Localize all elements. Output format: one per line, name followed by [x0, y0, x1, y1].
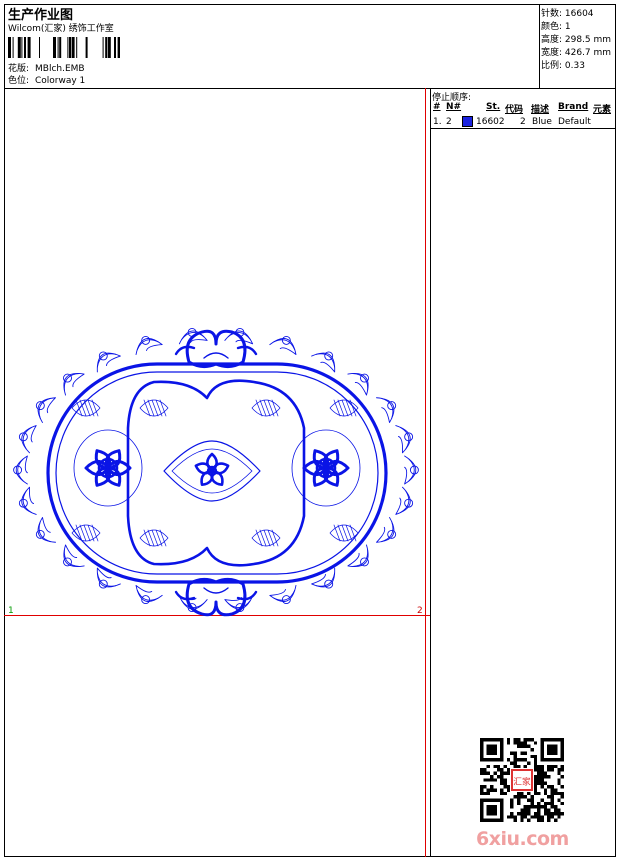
page-title: 生产作业图	[8, 8, 74, 23]
left-peony	[73, 429, 143, 507]
colorway-value: Colorway 1	[35, 76, 86, 86]
row-desc: Blue	[532, 117, 552, 127]
col-header-brand: Brand	[558, 102, 589, 112]
row-needle: 2	[446, 117, 452, 127]
stats-panel: 针数: 16604 颜色: 1 高度: 298.5 mm 宽度: 426.7 m…	[541, 6, 611, 71]
col-header-stitches: St.	[486, 102, 501, 112]
panel-divider	[430, 88, 431, 857]
stats-divider	[539, 4, 540, 88]
top-flower	[174, 329, 258, 369]
col-header-desc: 描述	[531, 105, 550, 115]
col-header-index: #	[433, 102, 441, 112]
color-count: 颜色: 1	[541, 22, 571, 32]
embroidery-design	[13, 327, 419, 617]
studio-name: Wilcom(汇家) 绣饰工作室	[8, 24, 114, 34]
row-index: 1.	[433, 117, 442, 127]
col-header-code: 代码	[505, 105, 524, 115]
col-header-element: 元素	[593, 105, 612, 115]
col-header-needle: N#	[446, 102, 462, 112]
design-width: 宽度: 426.7 mm	[541, 48, 612, 58]
qr-code: 汇家	[480, 738, 564, 822]
stop-table-bottom	[430, 128, 616, 129]
right-peony	[291, 429, 361, 507]
seal-text: 汇家	[513, 775, 531, 787]
design-label: 花版:	[8, 64, 30, 74]
colorway-label: 色位:	[8, 76, 30, 86]
header-divider	[4, 88, 616, 89]
row-stitches: 16602	[476, 117, 505, 127]
design-file: MBlch.EMB	[35, 64, 85, 74]
watermark: 6xiu.com	[476, 828, 569, 850]
barcode	[8, 37, 120, 58]
row-code: 2	[520, 117, 526, 127]
row-brand: Default	[558, 117, 591, 127]
design-height: 高度: 298.5 mm	[541, 35, 612, 45]
center-flower	[163, 440, 261, 502]
design-scale: 比例: 0.33	[541, 61, 585, 71]
stitch-count: 针数: 16604	[541, 9, 594, 19]
color-swatch	[462, 116, 473, 127]
bottom-flower	[174, 577, 258, 617]
